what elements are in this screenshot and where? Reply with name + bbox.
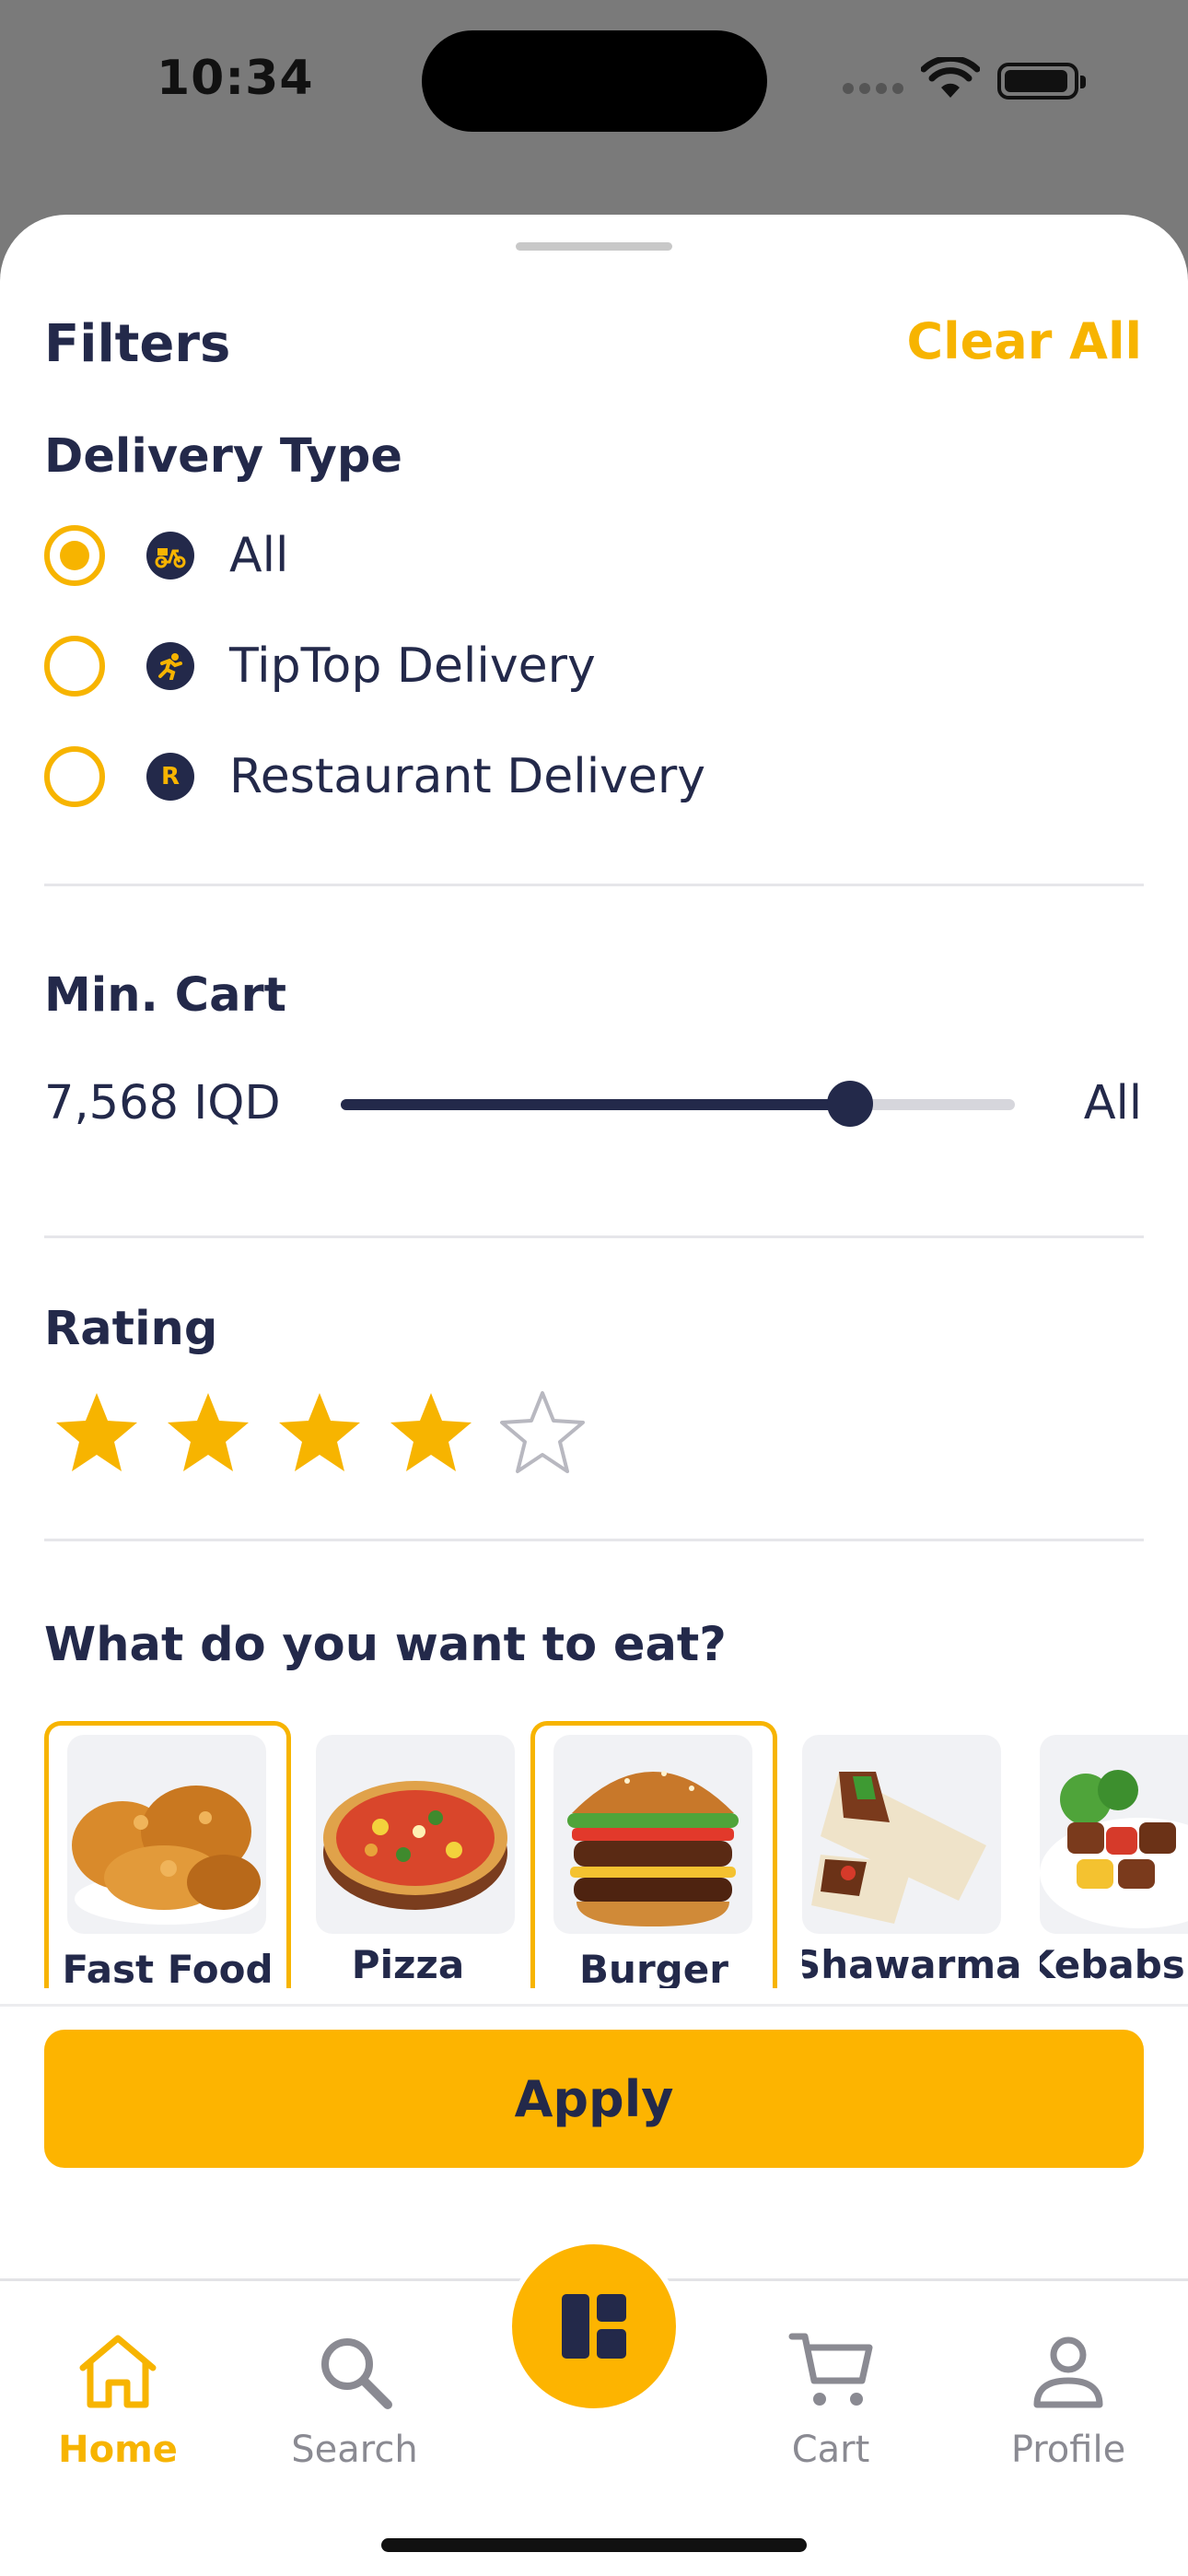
delivery-option-all[interactable]: All [44,523,288,588]
profile-icon [1033,2336,1103,2408]
tab-label: Search [291,2429,418,2471]
rating-stars[interactable] [53,1389,586,1476]
home-icon [79,2335,157,2408]
tab-profile[interactable]: Profile [976,2318,1160,2471]
fast-food-image [67,1735,266,1934]
kebabs-image [1040,1735,1188,1934]
divider [44,1539,1144,1541]
star-filled-icon[interactable] [276,1389,363,1476]
delivery-option-label: Restaurant Delivery [229,749,706,804]
food-item-kebabs[interactable]: Kebabs [1035,1721,1188,1988]
delivery-option-label: All [229,528,289,583]
tab-search[interactable]: Search [262,2318,447,2471]
delivery-option-restaurant[interactable]: R Restaurant Delivery [44,744,705,809]
apply-button[interactable]: Apply [44,2030,1144,2168]
tab-label: Cart [791,2429,870,2471]
star-filled-icon[interactable] [53,1389,140,1476]
tab-label: Profile [1010,2429,1126,2471]
scooter-icon [146,532,194,580]
delivery-option-label: TipTop Delivery [229,638,596,694]
divider [44,1235,1144,1238]
food-item-pizza[interactable]: Pizza [311,1721,523,1988]
food-item-shawarma[interactable]: Shawarma [798,1721,1028,1988]
star-empty-icon[interactable] [499,1389,586,1476]
home-indicator[interactable] [381,2538,807,2552]
star-filled-icon[interactable] [388,1389,474,1476]
food-item-label: Burger [579,1947,728,1988]
cellular-signal-icon [843,83,903,94]
star-filled-icon[interactable] [165,1389,251,1476]
tab-label: Home [58,2429,178,2471]
battery-icon [997,63,1086,100]
runner-icon [146,642,194,690]
food-item-label: Shawarma [798,1942,1022,1987]
radio-button[interactable] [44,525,105,586]
delivery-type-title: Delivery Type [44,429,402,484]
search-icon [321,2338,392,2409]
food-item-fast-food[interactable]: Fast Food [44,1721,291,1988]
slider-handle[interactable] [826,1081,873,1127]
radio-button[interactable] [44,636,105,697]
food-item-label: Kebabs [1035,1942,1185,1987]
food-item-label: Pizza [351,1942,465,1987]
tab-home[interactable]: Home [26,2318,210,2471]
min-cart-value: 7,568 IQD [44,1076,281,1130]
divider [44,884,1144,886]
food-title: What do you want to eat? [44,1618,727,1672]
radio-button[interactable] [44,746,105,807]
food-category-list[interactable]: Fast Food Pizza Burger Shawarma Kebabs [44,1721,1188,1988]
status-time: 10:34 [157,51,314,106]
pizza-image [316,1735,515,1934]
status-bar: 10:34 [0,0,1188,166]
rating-title: Rating [44,1302,218,1356]
min-cart-max-label: All [1083,1076,1142,1130]
slider-fill [341,1099,850,1110]
burger-image [553,1735,752,1934]
cart-icon [788,2333,873,2406]
filters-title: Filters [44,314,231,374]
min-cart-title: Min. Cart [44,968,287,1023]
shawarma-image [802,1735,1001,1934]
tab-cart[interactable]: Cart [739,2318,923,2471]
dynamic-island [422,30,767,132]
center-action-button[interactable] [507,2239,681,2414]
dashboard-icon [562,2294,626,2359]
apply-divider [0,2004,1188,2007]
filters-sheet: Filters Clear All Delivery Type All TipT… [0,215,1188,2576]
min-cart-slider[interactable] [341,1081,1015,1127]
food-item-label: Fast Food [62,1947,274,1988]
food-item-burger[interactable]: Burger [530,1721,777,1988]
clear-all-button[interactable]: Clear All [907,312,1142,370]
sheet-grabber[interactable] [516,242,672,251]
wifi-icon [921,57,980,98]
delivery-option-tiptop[interactable]: TipTop Delivery [44,634,596,698]
restaurant-r-icon: R [146,753,194,801]
